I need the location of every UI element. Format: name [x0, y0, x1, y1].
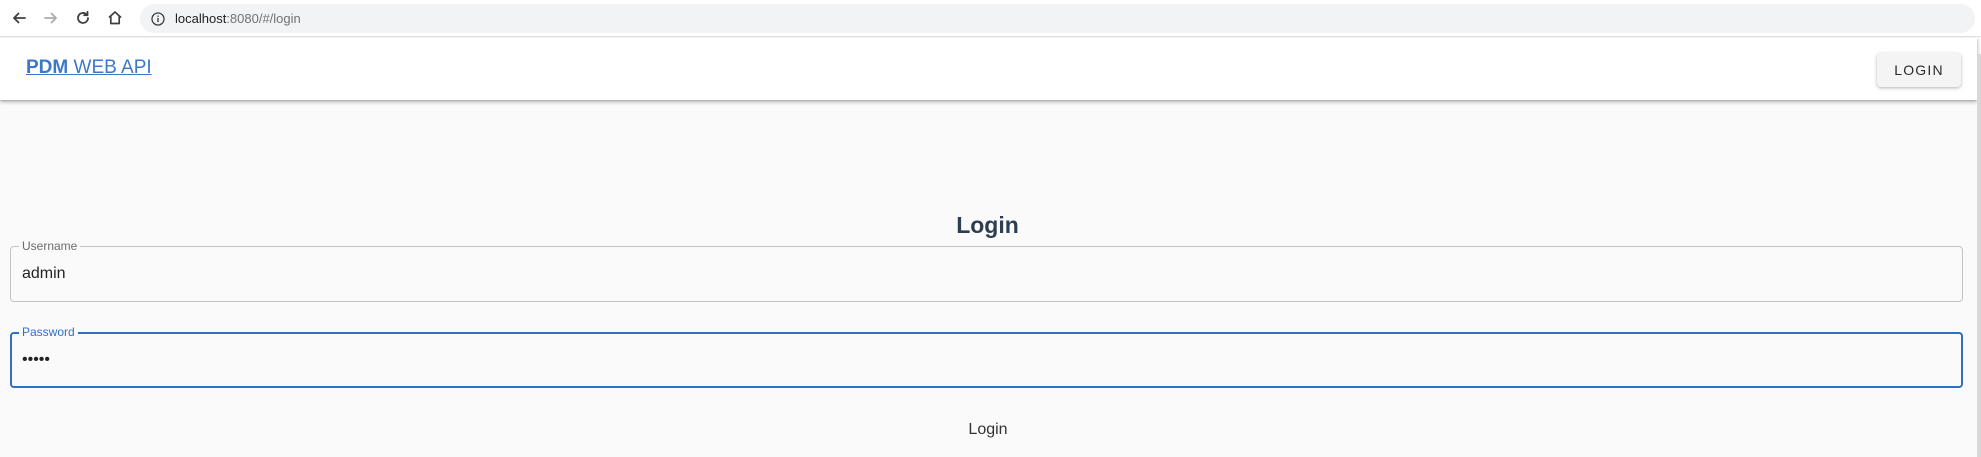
home-icon	[108, 11, 122, 25]
brand-light: WEB API	[68, 57, 152, 78]
reload-button[interactable]	[71, 6, 95, 30]
info-icon[interactable]	[150, 11, 166, 27]
password-label: Password	[19, 325, 78, 339]
address-bar[interactable]: localhost:8080/#/login	[140, 4, 1975, 33]
app-header: PDM WEB API LOGIN	[0, 38, 1977, 100]
browser-toolbar: localhost:8080/#/login	[0, 0, 1981, 37]
page-scrollbar[interactable]	[1977, 54, 1981, 457]
arrow-right-icon	[44, 12, 57, 24]
brand-link[interactable]: PDM WEB API	[26, 57, 152, 79]
username-label: Username	[19, 239, 81, 253]
page-title: Login	[956, 212, 1019, 238]
home-button[interactable]	[103, 6, 127, 30]
back-button[interactable]	[7, 6, 31, 30]
reload-icon	[77, 10, 89, 24]
password-input[interactable]	[22, 345, 1942, 375]
header-login-button[interactable]: LOGIN	[1877, 53, 1961, 87]
arrow-left-icon	[13, 12, 26, 24]
username-input[interactable]	[22, 259, 1942, 289]
password-field[interactable]: Password	[10, 325, 1963, 388]
login-submit-button[interactable]: Login	[940, 416, 1036, 444]
url-host: localhost	[175, 11, 227, 26]
brand-bold: PDM	[26, 57, 69, 78]
forward-button[interactable]	[39, 6, 63, 30]
url-path: :8080/#/login	[226, 11, 301, 26]
url-text: localhost:8080/#/login	[175, 11, 301, 26]
username-field[interactable]: Username	[10, 239, 1963, 302]
